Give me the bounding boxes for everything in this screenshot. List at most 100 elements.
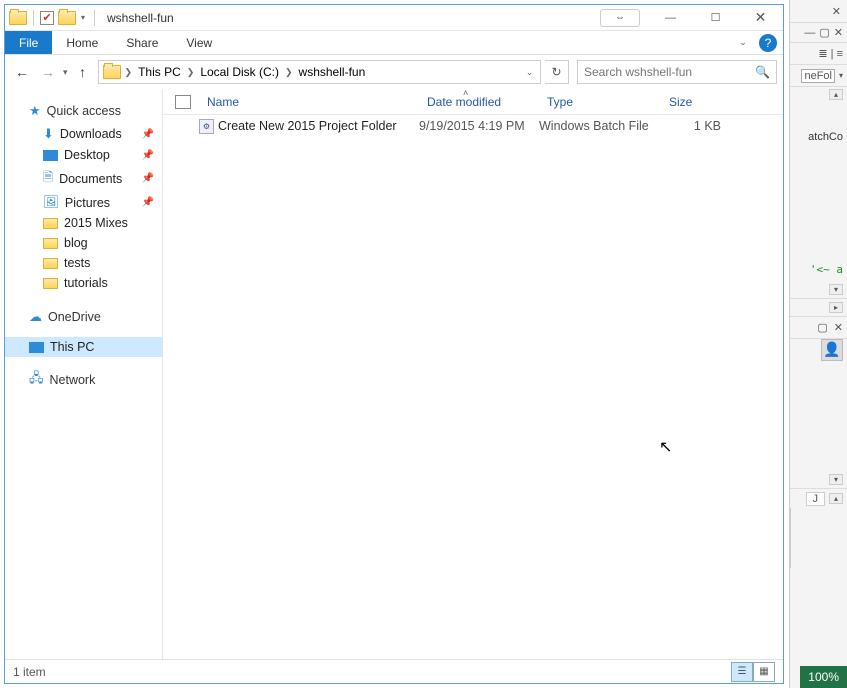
search-input[interactable] [584, 65, 755, 79]
column-type[interactable]: Type [539, 95, 661, 109]
item-count: 1 item [13, 665, 46, 679]
select-all-checkbox[interactable] [175, 95, 191, 109]
bg-minimize-icon[interactable]: — [804, 27, 815, 39]
crumb-drive[interactable]: Local Disk (C:) [196, 65, 283, 79]
folder-icon [43, 218, 58, 229]
bg-restore-icon[interactable]: ▢ [819, 26, 829, 39]
sidebar-item-tutorials[interactable]: tutorials [5, 273, 162, 293]
bg-dropdown[interactable]: neFol [801, 69, 835, 83]
tab-home[interactable]: Home [52, 31, 112, 54]
tab-view[interactable]: View [172, 31, 226, 54]
sort-indicator-icon: ˄ [463, 89, 468, 98]
batch-file-icon: ⚙ [199, 119, 214, 134]
cloud-icon: ☁ [29, 309, 42, 325]
address-folder-icon [103, 65, 121, 79]
sidebar-item-pictures[interactable]: 🖼 Pictures 📌 [5, 192, 162, 213]
chevron-right-icon[interactable]: ❯ [123, 67, 135, 78]
sidebar-item-2015mixes[interactable]: 2015 Mixes [5, 213, 162, 233]
maximize-button[interactable]: ☐ [693, 5, 738, 30]
file-date: 9/19/2015 4:19 PM [419, 119, 539, 133]
folder-icon[interactable] [9, 11, 27, 25]
bg-restore-icon-2[interactable]: ▢ [817, 321, 827, 334]
bg-close-icon[interactable]: ✕ [832, 5, 841, 18]
network-icon: 🖧 [29, 369, 44, 391]
profile-icon[interactable]: 👤 [821, 339, 843, 361]
file-name: Create New 2015 Project Folder [218, 119, 397, 133]
column-date[interactable]: Date modified [419, 95, 539, 109]
file-type: Windows Batch File [539, 119, 661, 133]
folder-icon [43, 278, 58, 289]
column-size[interactable]: Size [661, 95, 721, 109]
minimize-button[interactable]: — [648, 5, 693, 30]
file-list-pane: Name ˄ Date modified Type Size ⚙ Create … [163, 89, 783, 659]
qat-dropdown-icon[interactable]: ▾ [78, 13, 88, 22]
status-bar: 1 item ☰ ▦ [5, 659, 783, 683]
sidebar-item-blog[interactable]: blog [5, 233, 162, 253]
crumb-folder[interactable]: wshshell-fun [295, 65, 370, 79]
bg-code-fragment-2: '<~ a [810, 263, 843, 276]
back-button[interactable]: ← [11, 61, 33, 83]
quick-access-label: Quick access [47, 104, 121, 118]
background-window: ✕ — ▢ ✕ ≣ | ≡ neFol ▾ ▴ atchCo '<~ a ▾ ▸… [789, 0, 847, 688]
pc-icon [29, 342, 44, 353]
documents-icon: 🗎 [43, 168, 53, 189]
search-icon[interactable]: 🔍 [755, 65, 770, 79]
forward-button[interactable]: → [37, 61, 59, 83]
ribbon-expand-icon[interactable]: ⌄ [733, 31, 753, 54]
ribbon-toggle[interactable]: ⇔ [600, 9, 640, 27]
column-header-j[interactable]: J [806, 492, 826, 506]
help-button[interactable]: ? [759, 34, 777, 52]
sidebar-item-tests[interactable]: tests [5, 253, 162, 273]
scroll-up-icon-2[interactable]: ▴ [829, 493, 843, 504]
cursor-icon: ↖ [659, 437, 672, 457]
column-headers: Name ˄ Date modified Type Size [163, 89, 783, 115]
file-size: 1 KB [661, 119, 721, 133]
address-bar[interactable]: ❯ This PC ❯ Local Disk (C:) ❯ wshshell-f… [98, 60, 541, 84]
sidebar-network[interactable]: 🖧 Network [5, 365, 162, 395]
sidebar-onedrive[interactable]: ☁ OneDrive [5, 305, 162, 329]
search-box[interactable]: 🔍 [577, 60, 777, 84]
refresh-button[interactable]: ↻ [545, 60, 569, 84]
tab-file[interactable]: File [5, 31, 52, 54]
pin-icon: 📌 [142, 150, 154, 161]
sidebar-item-desktop[interactable]: Desktop 📌 [5, 145, 162, 165]
sidebar-item-downloads[interactable]: ⬇ Downloads 📌 [5, 123, 162, 145]
scroll-down-icon[interactable]: ▾ [829, 284, 843, 295]
sidebar-thispc[interactable]: This PC [5, 337, 162, 357]
zoom-indicator[interactable]: 100% [800, 666, 847, 688]
history-dropdown-icon[interactable]: ▾ [63, 67, 68, 78]
pin-icon: 📌 [142, 197, 154, 208]
scroll-up-icon[interactable]: ▴ [829, 89, 843, 100]
properties-icon[interactable]: ✔ [40, 11, 54, 25]
chevron-down-icon: ▾ [839, 71, 843, 80]
new-folder-icon[interactable] [58, 11, 76, 25]
titlebar: ✔ ▾ wshshell-fun ⇔ — ☐ ✕ [5, 5, 783, 31]
close-button[interactable]: ✕ [738, 5, 783, 30]
scroll-down-icon-2[interactable]: ▾ [829, 474, 843, 485]
sidebar-item-documents[interactable]: 🗎 Documents 📌 [5, 165, 162, 192]
up-button[interactable]: ↑ [72, 61, 94, 83]
thumbnails-view-button[interactable]: ▦ [753, 662, 775, 682]
sidebar-quick-access[interactable]: ★ Quick access [5, 99, 162, 123]
star-icon: ★ [29, 103, 41, 119]
navigation-pane: ★ Quick access ⬇ Downloads 📌 Desktop 📌 🗎… [5, 89, 163, 659]
bg-toolbar-icons[interactable]: ≣ | ≡ [790, 42, 847, 64]
crumb-thispc[interactable]: This PC [134, 65, 185, 79]
desktop-icon [43, 150, 58, 161]
scroll-right-icon[interactable]: ▸ [829, 302, 843, 313]
folder-icon [43, 258, 58, 269]
bg-close-icon-2[interactable]: ✕ [834, 26, 843, 39]
pictures-icon: 🖼 [43, 195, 59, 210]
details-view-button[interactable]: ☰ [731, 662, 753, 682]
tab-share[interactable]: Share [112, 31, 172, 54]
bg-code-fragment-1: atchCo [808, 131, 843, 143]
file-explorer-window: ✔ ▾ wshshell-fun ⇔ — ☐ ✕ File Home Share… [4, 4, 784, 684]
bg-close-icon-3[interactable]: ✕ [834, 321, 843, 334]
download-icon: ⬇ [43, 126, 54, 142]
address-dropdown-icon[interactable]: ⌄ [520, 67, 538, 78]
file-row[interactable]: ⚙ Create New 2015 Project Folder 9/19/20… [163, 115, 783, 137]
column-name[interactable]: Name [199, 95, 419, 109]
chevron-right-icon[interactable]: ❯ [283, 67, 295, 78]
chevron-right-icon[interactable]: ❯ [185, 67, 197, 78]
window-title: wshshell-fun [103, 11, 174, 25]
